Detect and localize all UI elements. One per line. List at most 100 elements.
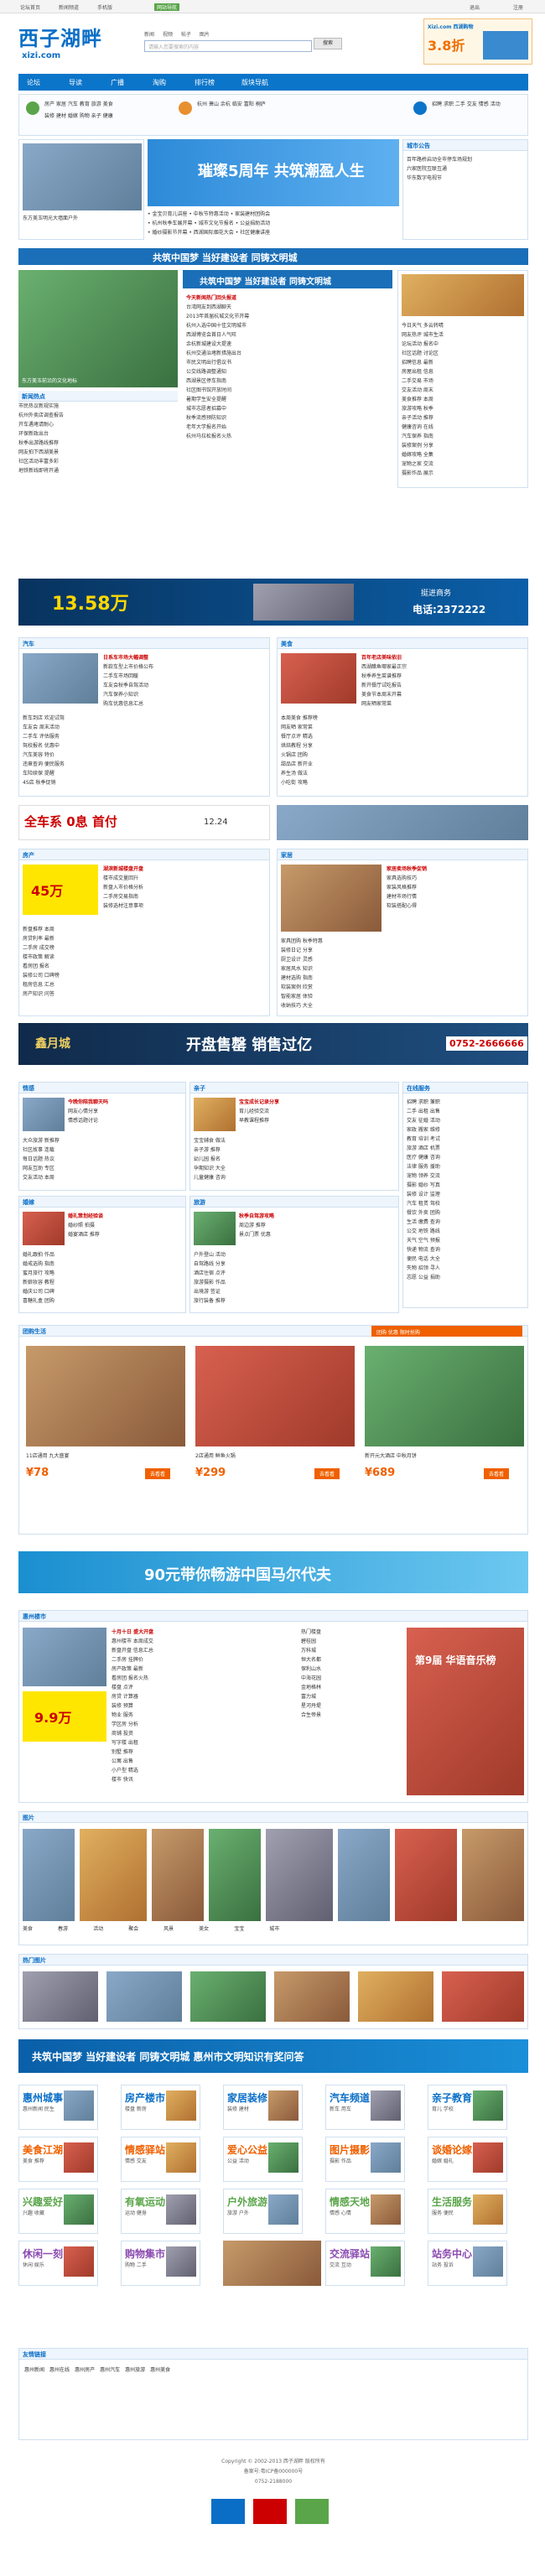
- search-input[interactable]: 请输入您要搜索的内容: [144, 40, 312, 52]
- wenming-banner[interactable]: 共筑中国梦 当好建设者 同铸文明城: [18, 248, 528, 265]
- forum-4-list-2[interactable]: 户外登山 活动 自驾路线 分享 酒店住宿 点评 旅游摄影 作品 出境游 签证 旅行装备 推…: [194, 1250, 395, 1306]
- deal-3-image[interactable]: [365, 1346, 524, 1446]
- news-center-banner[interactable]: 共筑中国梦 当好建设者 同铸文明城: [183, 270, 392, 288]
- forum-4-photo[interactable]: [194, 1212, 236, 1245]
- top-ad[interactable]: Xizi.com 西湖购物 3.8折: [423, 18, 532, 65]
- forum-2-photo[interactable]: [194, 1098, 236, 1131]
- deal-1-button[interactable]: 去看看: [145, 1468, 171, 1479]
- news-right-list[interactable]: 今日天气 多云转晴 网友热评 城市生活 论坛活动 报名中 社区话题 讨论区 招聘信息 最…: [402, 321, 526, 478]
- food-photo[interactable]: [281, 653, 356, 704]
- deal-3-name[interactable]: 新开元大酒店 中秋月饼: [365, 1452, 524, 1459]
- top-link-1[interactable]: 论坛首页: [20, 3, 40, 11]
- photo-1[interactable]: [23, 1829, 75, 1921]
- top-link-4[interactable]: 网站导航: [154, 3, 180, 11]
- forum-1-list-2[interactable]: 大众旅游 新推荐 社区故事 连载 每日话题 热议 网友互助 专区 交友活动 本周: [23, 1136, 182, 1182]
- promo-car-finance[interactable]: 全车系 0息 首付 12.24: [18, 805, 270, 840]
- tile-13[interactable]: 户外旅游 旅游 户外: [223, 2189, 303, 2234]
- nav-item-guide[interactable]: 导读: [69, 78, 82, 87]
- home-photo[interactable]: [281, 865, 382, 932]
- top-link-3[interactable]: 手机版: [97, 3, 112, 11]
- house-list-2[interactable]: 新盘推荐 本周 房贷利率 最新 二手房 成交榜 楼市政策 解读 看房团 报名 装修公司 口…: [23, 925, 266, 999]
- subnav-row-4[interactable]: 招聘 求职 二手 交友 情感 活动: [432, 100, 501, 107]
- tile-16[interactable]: 休闲一刻 休闲 娱乐: [18, 2241, 98, 2286]
- footer-icp[interactable]: 备案号:粤ICP备000000号: [18, 2467, 528, 2477]
- house-list[interactable]: 湖滨新城楼盘开盘 楼市成交量回升 新盘入市价格分析 二手房交易指南 装修选材注意事项: [103, 865, 267, 911]
- tile-9[interactable]: 图片摄影 摄影 作品: [325, 2137, 405, 2182]
- gallery-3[interactable]: [190, 1971, 266, 2022]
- auto-list[interactable]: 日系车市场大幅调整 新款车型上市价格公布 二手车市场回暖 车友会秋季自驾活动 汽车保养小…: [103, 653, 267, 709]
- gallery-1[interactable]: [23, 1971, 98, 2022]
- news-left-list[interactable]: 新闻热点 市民热议新规实施 杭州外卖店调查报告 开车遇堵请耐心 环保新政出台 秋季出游路…: [18, 391, 178, 475]
- deal-2-button[interactable]: 去看看: [314, 1468, 340, 1479]
- deal-3-button[interactable]: 去看看: [484, 1468, 510, 1479]
- deals-tag[interactable]: 团购 优惠 限时抢购: [371, 1326, 522, 1337]
- forum-1-photo[interactable]: [23, 1098, 65, 1131]
- auto-photo[interactable]: [23, 653, 98, 704]
- top-right-2[interactable]: 注册: [513, 3, 523, 11]
- huizhou-list-2[interactable]: 热门楼盘 碧桂园 万科城 恒大名都 保利山水 中海花园 金地格林 富力城 星河丹堤 合生帝景: [301, 1628, 402, 1720]
- tile-7[interactable]: 情感驿站 情感 交友: [121, 2137, 200, 2182]
- search-tab-video[interactable]: 视频: [163, 32, 173, 38]
- news-right-ad[interactable]: [402, 274, 524, 316]
- tile-1[interactable]: 惠州城事 惠州新闻 民生: [18, 2085, 98, 2130]
- hero-mid-list[interactable]: • 金宝贝育儿讲座 • 中秋节特惠活动 • 家装建材团购会 • 杭州秋季车展开幕…: [148, 210, 399, 237]
- subnav-row-3[interactable]: 杭州 萧山 余杭 临安 富阳 桐庐: [197, 100, 266, 107]
- tile-12[interactable]: 有氧运动 运动 健身: [121, 2189, 200, 2234]
- deal-2-image[interactable]: [195, 1346, 355, 1446]
- huizhou-ad[interactable]: 第9届 华语音乐榜: [407, 1628, 524, 1795]
- forum-1-list[interactable]: 今晚你陪我聊天吗 网友心情分享 情感话题讨论: [68, 1098, 184, 1125]
- auto-list-2[interactable]: 新车到店 欢迎试驾 车友会 周末活动 二手车 评估服务 驾校报名 优惠中 汽车美容 特价…: [23, 714, 266, 787]
- tile-3[interactable]: 家居装修 装修 建材: [223, 2085, 303, 2130]
- news-center-list[interactable]: 今天新闻热门回头报道 台湾网友到西湖聊天 2013年首届杭城文化节开幕 杭州入选中国十…: [186, 293, 387, 441]
- food-list[interactable]: 百年老店美味依旧 西湖醋鱼哪家最正宗 秋季养生菜谱推荐 新开餐厅试吃报告 美食节本周末开…: [361, 653, 526, 709]
- tile-11[interactable]: 兴趣爱好 兴趣 收藏: [18, 2189, 98, 2234]
- top-right-1[interactable]: 退出: [470, 3, 480, 11]
- gallery-4[interactable]: [274, 1971, 350, 2022]
- online-service-list[interactable]: 招聘 求职 兼职 二手 出租 出售 交友 征婚 活动 家政 搬家 维修 教育 培训 考试…: [407, 1098, 524, 1282]
- hero-left-title[interactable]: 东方美玉明光大墙面户外: [23, 214, 78, 223]
- huizhou-photo[interactable]: [23, 1628, 106, 1686]
- tile-10[interactable]: 谈婚论嫁 婚嫁 婚礼: [428, 2137, 507, 2182]
- deal-1-name[interactable]: 11店通用 九大盛宴: [26, 1452, 185, 1459]
- forum-4-list[interactable]: 秋季自驾游攻略 周边游 推荐 景点门票 优惠: [239, 1212, 397, 1239]
- car-ad-banner[interactable]: 13.58万 挺进商务 电话:2372222: [18, 579, 528, 626]
- forum-3-list[interactable]: 婚礼策划经验谈 婚纱照 拍摄 婚宴酒店 推荐: [68, 1212, 184, 1239]
- tile-19[interactable]: 站务中心 站务 投诉: [428, 2241, 507, 2286]
- tile-4[interactable]: 汽车频道 新车 用车: [325, 2085, 405, 2130]
- footer-badge-3[interactable]: [295, 2499, 329, 2524]
- nav-item-taobuy[interactable]: 淘购: [153, 78, 166, 87]
- tile-5[interactable]: 亲子教育 育儿 学校: [428, 2085, 507, 2130]
- nav-item-rank[interactable]: 排行榜: [195, 78, 215, 87]
- photo-8[interactable]: [462, 1829, 524, 1921]
- huizhou-price-ad[interactable]: 9.9万: [23, 1691, 106, 1742]
- nav-item-broadcast[interactable]: 广播: [111, 78, 124, 87]
- promo-right[interactable]: [277, 805, 528, 840]
- search-tab-news[interactable]: 新闻: [144, 32, 154, 38]
- news-photo[interactable]: 东方美玉前沿的文化地标: [18, 270, 178, 387]
- forum-3-photo[interactable]: [23, 1212, 65, 1245]
- search-button[interactable]: 搜索: [314, 38, 342, 49]
- travel-banner[interactable]: 90元带你畅游中国马尔代夫: [18, 1551, 528, 1593]
- forum-2-list[interactable]: 宝宝成长记录分享 育儿经验交流 早教课程推荐: [239, 1098, 397, 1125]
- search-tab-photo[interactable]: 图片: [200, 32, 210, 38]
- photo-2[interactable]: [80, 1829, 147, 1921]
- photo-7[interactable]: [395, 1829, 457, 1921]
- deal-1-image[interactable]: [26, 1346, 185, 1446]
- photo-3[interactable]: [152, 1829, 204, 1921]
- huizhou-list[interactable]: 十月十日 盛大开盘 惠州楼市 本周成交 新盘开盘 信息汇总 二手房 挂牌价 房产政策 最…: [112, 1628, 296, 1784]
- gallery-2[interactable]: [106, 1971, 182, 2022]
- house-ad[interactable]: 45万: [23, 865, 98, 915]
- tile-15[interactable]: 生活服务 服务 便民: [428, 2189, 507, 2234]
- footer-badge-2[interactable]: [253, 2499, 287, 2524]
- tile-8[interactable]: 爱心公益 公益 活动: [223, 2137, 303, 2182]
- tile-2[interactable]: 房产楼市 楼盘 新房: [121, 2085, 200, 2130]
- photo-4[interactable]: [209, 1829, 261, 1921]
- search-tab-post[interactable]: 帖子: [181, 32, 191, 38]
- tile-14[interactable]: 情感天地 情感 心情: [325, 2189, 405, 2234]
- sale-banner[interactable]: 鑫月城 开盘售罄 销售过亿 0752-2666666: [18, 1023, 528, 1065]
- tile-18[interactable]: 交流驿站 交流 互动: [325, 2241, 405, 2286]
- photo-6[interactable]: [338, 1829, 390, 1921]
- subnav-row-2[interactable]: 装修 建材 婚嫁 购物 亲子 健康: [44, 112, 113, 119]
- nav-item-boards[interactable]: 版块导航: [241, 78, 268, 87]
- photo-5[interactable]: [266, 1829, 333, 1921]
